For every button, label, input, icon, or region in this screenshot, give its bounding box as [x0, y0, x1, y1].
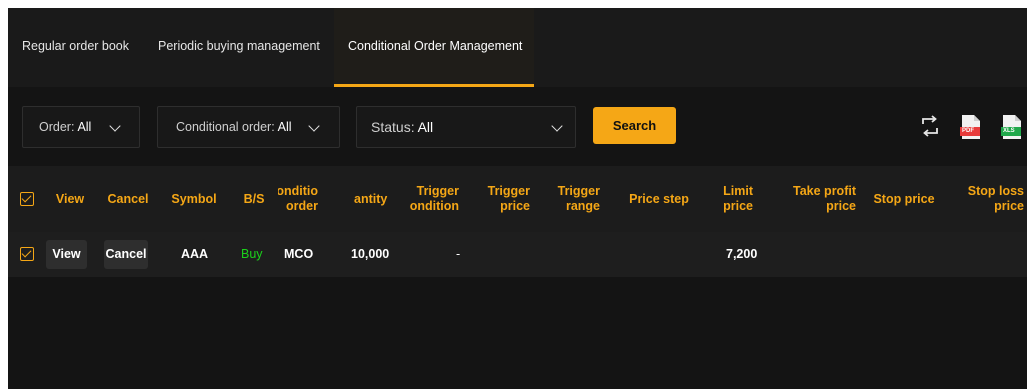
search-button[interactable]: Search — [593, 107, 676, 144]
header-cancel: Cancel — [107, 191, 149, 206]
table-row: View Cancel AAA Buy MCO 10,000 - 7,200 — [8, 232, 1027, 277]
header-stop-loss-price: Stop loss price — [967, 184, 1024, 213]
cell-condition-order: MCO — [284, 247, 314, 261]
view-button[interactable]: View — [46, 240, 87, 269]
filter-bar: Order: All Conditional order: All Status… — [8, 87, 1027, 166]
export-pdf-icon[interactable]: PDF — [960, 114, 982, 140]
export-xls-icon[interactable]: XLS — [1001, 114, 1023, 140]
status-select[interactable]: Status: All — [356, 106, 576, 148]
header-view: View — [55, 191, 85, 206]
cell-limit-price: 7,200 — [726, 247, 758, 261]
header-trigger-condition: Trigger ondition — [409, 184, 459, 213]
tab-bar: Regular order book Periodic buying manag… — [8, 8, 1027, 87]
header-condition-order: Conditioorder — [278, 184, 318, 213]
conditional-order-panel: Regular order book Periodic buying manag… — [8, 8, 1027, 389]
order-select[interactable]: Order: All — [22, 106, 140, 148]
xls-badge-text: XLS — [1003, 128, 1015, 134]
header-price-step: Price step — [629, 191, 689, 206]
order-select-value: All — [77, 120, 92, 134]
chevron-down-icon — [308, 120, 320, 132]
refresh-swap-icon[interactable] — [919, 114, 941, 138]
conditional-order-select-value: All — [277, 120, 292, 134]
cancel-button[interactable]: Cancel — [104, 240, 148, 269]
pdf-badge-text: PDF — [962, 128, 974, 134]
tab-periodic-buying-management[interactable]: Periodic buying management — [158, 8, 320, 87]
conditional-order-select-label: Conditional order: — [176, 120, 275, 134]
header-stop-price: Stop price — [873, 191, 935, 206]
table-header: View Cancel Symbol B/S Conditioorder ant… — [8, 166, 1027, 232]
cell-quantity: 10,000 — [351, 247, 390, 261]
select-all-checkbox[interactable] — [20, 192, 34, 206]
order-select-label: Order: — [39, 120, 75, 134]
header-bs: B/S — [243, 191, 265, 206]
row-checkbox[interactable] — [20, 247, 34, 261]
tab-regular-order-book[interactable]: Regular order book — [22, 8, 129, 87]
header-limit-price: Limit price — [723, 184, 753, 213]
header-trigger-price: Trigger price — [487, 184, 530, 213]
cell-trigger-condition: - — [456, 247, 461, 261]
header-symbol: Symbol — [171, 191, 217, 206]
status-select-value: All — [417, 119, 434, 135]
cell-symbol: AAA — [181, 247, 209, 261]
chevron-down-icon — [109, 120, 121, 132]
conditional-order-select[interactable]: Conditional order: All — [157, 106, 340, 148]
header-quantity: antity — [354, 191, 388, 206]
chevron-down-icon — [551, 120, 563, 132]
cell-bs: Buy — [241, 247, 263, 261]
header-take-profit-price: Take profit price — [793, 184, 856, 213]
status-select-label: Status: — [371, 119, 415, 135]
header-trigger-range: Trigger range — [557, 184, 600, 213]
tab-conditional-order-management[interactable]: Conditional Order Management — [334, 8, 534, 87]
